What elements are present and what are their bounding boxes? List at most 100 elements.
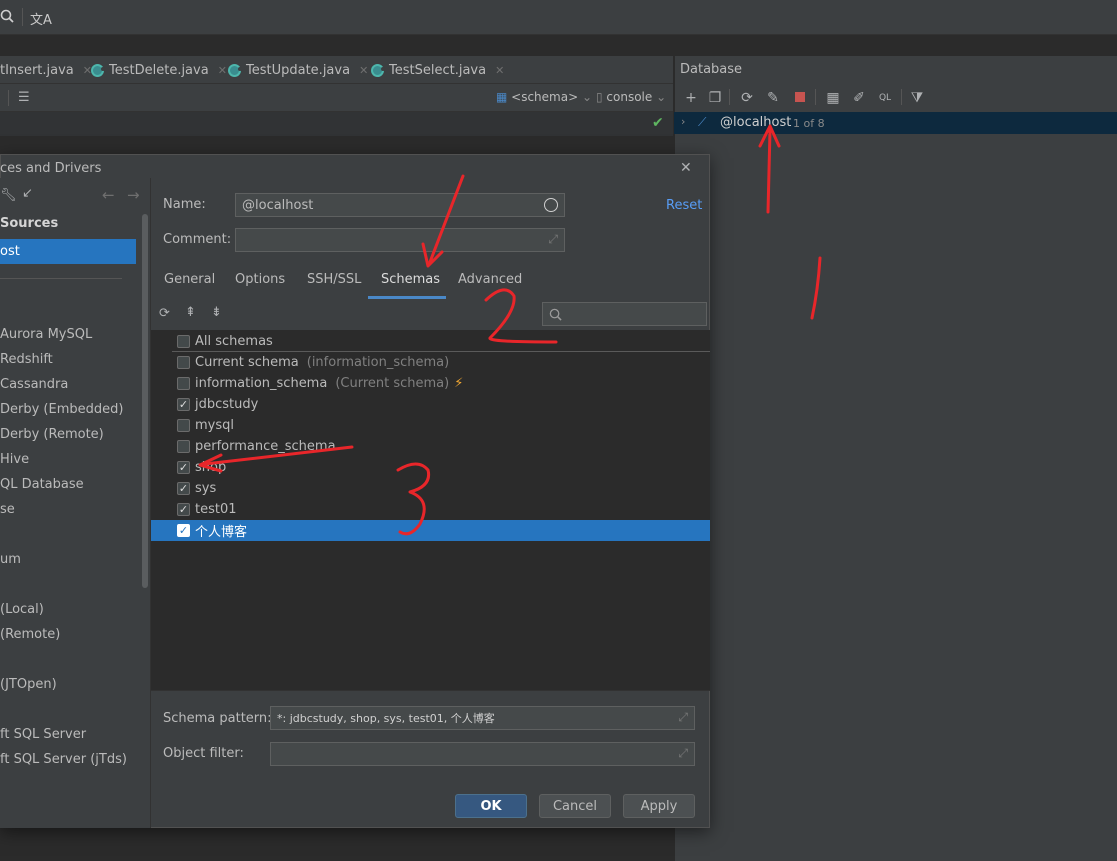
checkbox[interactable]: ✓ (177, 503, 190, 516)
wrench-icon[interactable]: 🔧︎ (0, 188, 17, 203)
schema-selector[interactable]: ▦ <schema> ⌄ (496, 90, 592, 104)
expand-icon[interactable]: ⤢ (548, 232, 558, 247)
schema-row-test01[interactable]: ✓ test01 (151, 499, 710, 520)
filter-icon[interactable]: ⧩ (908, 89, 926, 107)
close-icon[interactable]: ✕ (495, 64, 504, 77)
schema-row-shop[interactable]: ✓ shop (151, 457, 710, 478)
tab-ssh-ssl[interactable]: SSH/SSL (307, 272, 361, 287)
schema-row-personal-blog[interactable]: ✓ 个人博客 (151, 520, 710, 541)
list-icon[interactable]: ☰ (18, 90, 30, 105)
add-icon[interactable]: + (682, 89, 700, 107)
database-panel-title: Database (680, 62, 743, 77)
expand-icon[interactable]: ⤢ (678, 746, 688, 761)
schema-icon: ▦ (496, 90, 512, 104)
edit-icon[interactable]: ✐ (850, 89, 868, 107)
checkbox[interactable]: ✓ (177, 398, 190, 411)
translate-icon[interactable]: 文A (30, 9, 52, 28)
schema-note: (Current schema) (335, 376, 450, 391)
schema-row-mysql[interactable]: mysql (151, 415, 710, 436)
tab-test-delete[interactable]: TestDelete.java ✕ (91, 56, 227, 84)
schema-name: shop (195, 460, 227, 475)
driver-item[interactable]: se (0, 502, 15, 517)
driver-item[interactable]: (JTOpen) (0, 677, 57, 692)
checkbox[interactable] (177, 377, 190, 390)
driver-item[interactable]: ft SQL Server (jTds) (0, 752, 127, 767)
checkbox[interactable] (177, 356, 190, 369)
sql-console-icon[interactable]: QL (876, 89, 894, 107)
schema-row-jdbcstudy[interactable]: ✓ jdbcstudy (151, 394, 710, 415)
checkmark-icon: ✔ (652, 115, 664, 131)
data-source-selected[interactable] (0, 239, 136, 264)
expand-icon[interactable]: ⤢ (678, 710, 688, 725)
chevron-right-icon[interactable]: › (681, 115, 685, 128)
schema-name: test01 (195, 502, 237, 517)
driver-item[interactable]: Derby (Embedded) (0, 402, 123, 417)
data-source-properties-icon[interactable]: ✎ (764, 89, 782, 107)
ok-button[interactable]: OK (455, 794, 527, 818)
forward-arrow-icon[interactable]: → (127, 186, 140, 204)
schema-row-performance-schema[interactable]: performance_schema (151, 436, 710, 457)
comment-field[interactable]: ⤢ (235, 228, 565, 252)
tab-test-select[interactable]: TestSelect.java ✕ (371, 56, 504, 84)
tab-test-insert[interactable]: tInsert.java ✕ (0, 56, 92, 84)
tab-schemas[interactable]: Schemas (381, 272, 440, 287)
cancel-button[interactable]: Cancel (539, 794, 611, 818)
schema-pattern-field[interactable]: *: jdbcstudy, shop, sys, test01, 个人博客 ⤢ (270, 706, 695, 730)
driver-item[interactable]: Hive (0, 452, 29, 467)
schema-name: jdbcstudy (195, 397, 259, 412)
name-field[interactable]: @localhost (235, 193, 565, 217)
table-icon[interactable]: ▦ (824, 89, 842, 107)
checkbox[interactable]: ✓ (177, 461, 190, 474)
schema-search-input[interactable] (542, 302, 707, 326)
collapse-all-icon[interactable]: ⇟ (211, 305, 222, 320)
copy-icon[interactable]: ❐ (706, 89, 724, 107)
driver-item[interactable]: ft SQL Server (0, 727, 86, 742)
object-filter-label: Object filter: (163, 746, 244, 761)
scrollbar[interactable] (142, 214, 148, 588)
import-icon[interactable]: ↙ (22, 186, 33, 201)
driver-item[interactable]: um (0, 552, 21, 567)
tree-item-localhost[interactable]: › ⟋ @localhost 1 of 8 (674, 112, 1117, 134)
close-icon[interactable]: ✕ (218, 64, 227, 77)
refresh-icon[interactable]: ⟳ (159, 306, 170, 321)
driver-item[interactable]: (Remote) (0, 627, 60, 642)
color-circle-icon[interactable] (544, 198, 558, 212)
driver-item[interactable]: QL Database (0, 477, 84, 492)
schema-name: mysql (195, 418, 234, 433)
close-icon[interactable]: ✕ (680, 160, 692, 176)
driver-item[interactable]: (Local) (0, 602, 44, 617)
driver-item[interactable]: Aurora MySQL (0, 327, 92, 342)
checkbox[interactable] (177, 440, 190, 453)
console-selector[interactable]: ▯ console ⌄ (596, 90, 666, 104)
checkbox[interactable]: ✓ (177, 482, 190, 495)
back-arrow-icon[interactable]: ← (102, 186, 115, 204)
schema-row-current[interactable]: Current schema (information_schema) (151, 352, 710, 373)
checkbox[interactable] (177, 419, 190, 432)
tree-item-count: 1 of 8 (793, 117, 825, 130)
schema-name: sys (195, 481, 217, 496)
separator (151, 690, 710, 691)
schema-row-sys[interactable]: ✓ sys (151, 478, 710, 499)
schema-row-information-schema[interactable]: information_schema (Current schema) ⚡ (151, 373, 710, 394)
schema-row-all[interactable]: All schemas (151, 331, 710, 352)
driver-item[interactable]: Redshift (0, 352, 53, 367)
search-icon[interactable] (0, 9, 14, 27)
tab-general[interactable]: General (164, 272, 215, 287)
checkbox[interactable] (177, 335, 190, 348)
stop-icon[interactable] (795, 92, 805, 102)
tab-advanced[interactable]: Advanced (458, 272, 522, 287)
console-label: console (606, 90, 653, 104)
comment-label: Comment: (163, 232, 232, 247)
tab-test-update[interactable]: TestUpdate.java ✕ (228, 56, 368, 84)
object-filter-field[interactable]: ⤢ (270, 742, 695, 766)
close-icon[interactable]: ✕ (359, 64, 368, 77)
checkbox[interactable]: ✓ (177, 524, 190, 537)
reset-link[interactable]: Reset (666, 198, 702, 213)
driver-item[interactable]: Cassandra (0, 377, 68, 392)
expand-all-icon[interactable]: ⇞ (185, 305, 196, 320)
refresh-icon[interactable]: ⟳ (738, 89, 756, 107)
tab-options[interactable]: Options (235, 272, 285, 287)
driver-item[interactable]: Derby (Remote) (0, 427, 104, 442)
apply-button[interactable]: Apply (623, 794, 695, 818)
chevron-down-icon: ⌄ (581, 90, 593, 104)
